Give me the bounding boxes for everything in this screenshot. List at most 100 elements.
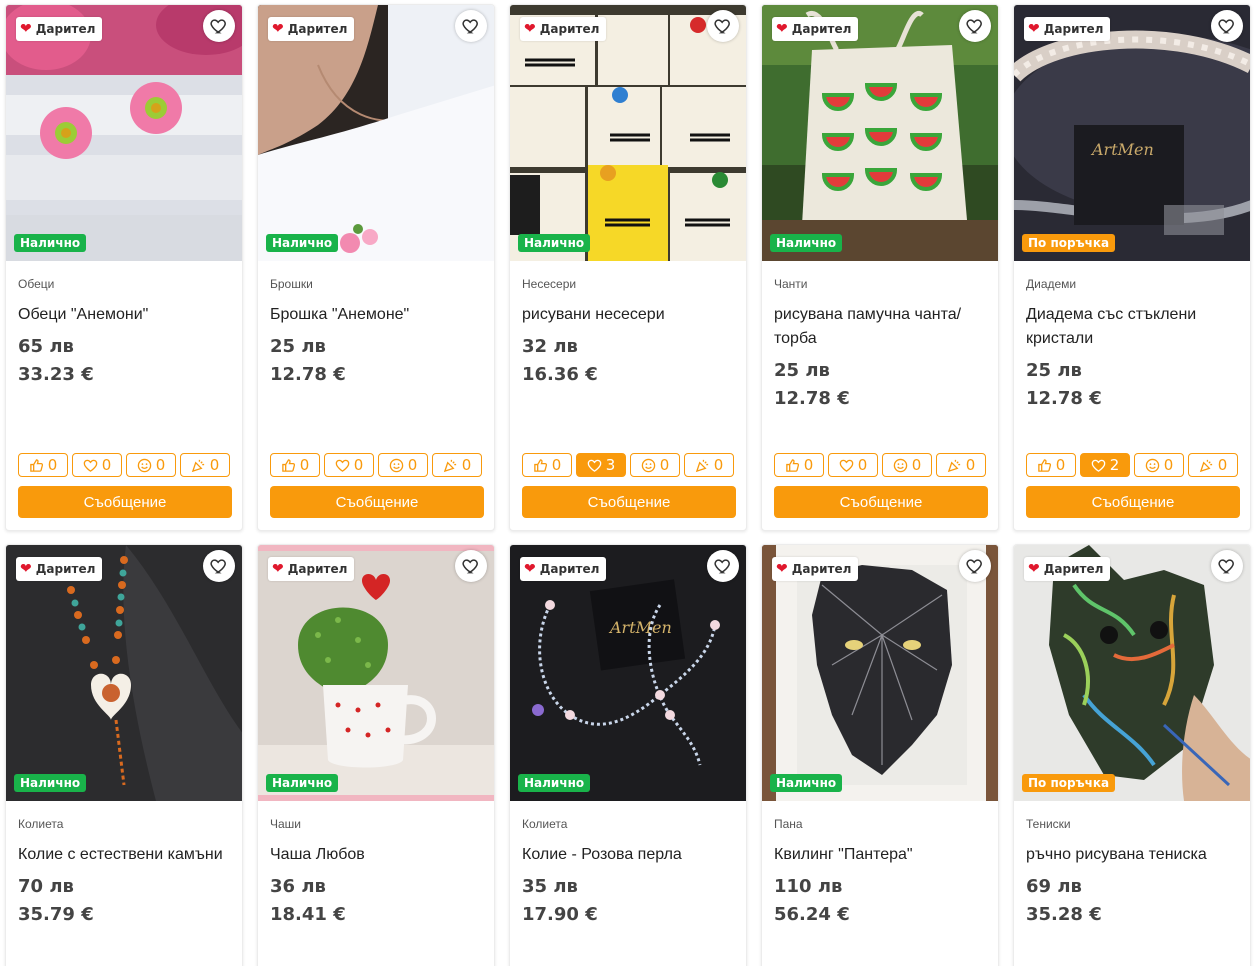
favorite-button[interactable] <box>1211 10 1243 42</box>
heart-outline-icon <box>1218 559 1234 574</box>
product-info: Обеци Обеци "Анемони" 65 лв 33.23 € 0 0 … <box>6 261 242 518</box>
price-bgn: 32 лв <box>522 336 578 357</box>
product-card[interactable]: ❤ Дарител Налично Брошки Брошка "Анемоне"… <box>257 4 495 531</box>
like-reaction-button[interactable]: 0 <box>774 453 824 477</box>
love-reaction-button[interactable]: 2 <box>1080 453 1130 477</box>
product-info: Пана Квилинг "Пантера" 110 лв 56.24 € <box>762 801 998 966</box>
message-button[interactable]: Съобщение <box>270 486 484 518</box>
product-title[interactable]: Диадема със стъклени кристали <box>1026 303 1238 351</box>
love-reaction-button[interactable]: 0 <box>324 453 374 477</box>
party-popper-icon <box>443 459 456 472</box>
message-button[interactable]: Съобщение <box>522 486 736 518</box>
love-reaction-button[interactable]: 0 <box>72 453 122 477</box>
product-category[interactable]: Колиета <box>18 817 230 835</box>
product-card[interactable]: ❤ Дарител Налично Обеци Обеци "Анемони" 6… <box>5 4 243 531</box>
product-category[interactable]: Тениски <box>1026 817 1238 835</box>
product-category[interactable]: Брошки <box>270 277 482 295</box>
product-image[interactable]: ArtMen ❤ Дарител По поръчка <box>1014 5 1250 261</box>
celebrate-reaction-button[interactable]: 0 <box>432 453 482 477</box>
product-category[interactable]: Диадеми <box>1026 277 1238 295</box>
favorite-button[interactable] <box>959 10 991 42</box>
like-reaction-button[interactable]: 0 <box>18 453 68 477</box>
product-image[interactable]: ❤ Дарител Налично <box>6 545 242 801</box>
product-card[interactable]: ❤ Дарител Налично Несесери рисувани несес… <box>509 4 747 531</box>
product-image[interactable]: ❤ Дарител Налично <box>762 545 998 801</box>
product-card[interactable]: ❤ Дарител Налично Пана Квилинг "Пантера" … <box>761 544 999 966</box>
product-category[interactable]: Пана <box>774 817 986 835</box>
message-button[interactable]: Съобщение <box>774 486 988 518</box>
donor-badge: ❤ Дарител <box>268 17 355 41</box>
availability-badge: По поръчка <box>1022 774 1116 792</box>
availability-badge: Налично <box>518 774 591 792</box>
product-image[interactable]: ❤ Дарител Налично <box>6 5 242 261</box>
smile-reaction-button[interactable]: 0 <box>630 453 680 477</box>
product-image[interactable]: ❤ Дарител По поръчка <box>1014 545 1250 801</box>
like-reaction-button[interactable]: 0 <box>522 453 572 477</box>
favorite-button[interactable] <box>455 10 487 42</box>
message-button[interactable]: Съобщение <box>18 486 232 518</box>
price-bgn: 25 лв <box>270 336 326 357</box>
product-title[interactable]: Колие с естествени камъни <box>18 843 230 867</box>
celebrate-reaction-button[interactable]: 0 <box>684 453 734 477</box>
heart-outline-icon <box>966 19 982 34</box>
heart-icon: ❤ <box>272 561 284 577</box>
product-category[interactable]: Обеци <box>18 277 230 295</box>
celebrate-reaction-button[interactable]: 0 <box>1188 453 1238 477</box>
cup-photo <box>258 545 494 801</box>
like-reaction-button[interactable]: 0 <box>1026 453 1076 477</box>
product-info: Несесери рисувани несесери 32 лв 16.36 €… <box>510 261 746 518</box>
product-card[interactable]: ArtMen ❤ Дарител По поръчка Диадеми Диаде… <box>1013 4 1251 531</box>
heart-outline-icon <box>462 19 478 34</box>
smile-reaction-button[interactable]: 0 <box>882 453 932 477</box>
product-image[interactable]: ❤ Дарител Налично <box>258 5 494 261</box>
smile-reaction-button[interactable]: 0 <box>126 453 176 477</box>
love-reaction-button[interactable]: 0 <box>828 453 878 477</box>
panther-photo <box>762 545 998 801</box>
pouches-photo <box>510 5 746 261</box>
donor-badge: ❤ Дарител <box>1024 557 1111 581</box>
product-image[interactable]: ❤ Дарител Налично <box>762 5 998 261</box>
like-reaction-button[interactable]: 0 <box>270 453 320 477</box>
product-title[interactable]: Чаша Любов <box>270 843 482 867</box>
product-title[interactable]: Обеци "Анемони" <box>18 303 230 327</box>
product-title[interactable]: рисувани несесери <box>522 303 734 327</box>
price-bgn: 35 лв <box>522 876 578 897</box>
favorite-button[interactable] <box>707 10 739 42</box>
product-image[interactable]: ❤ Дарител Налично <box>258 545 494 801</box>
necklace-photo <box>6 545 242 801</box>
celebrate-reaction-button[interactable]: 0 <box>180 453 230 477</box>
product-category[interactable]: Несесери <box>522 277 734 295</box>
product-card[interactable]: ArtMen ❤ Дарител Налично Колиета Колие - … <box>509 544 747 966</box>
message-button[interactable]: Съобщение <box>1026 486 1240 518</box>
heart-icon: ❤ <box>20 561 32 577</box>
product-title[interactable]: Брошка "Анемоне" <box>270 303 482 327</box>
favorite-button[interactable] <box>707 550 739 582</box>
product-card[interactable]: ❤ Дарител Налично Чанти рисувана памучна … <box>761 4 999 531</box>
product-image[interactable]: ❤ Дарител Налично <box>510 5 746 261</box>
product-category[interactable]: Чанти <box>774 277 986 295</box>
favorite-button[interactable] <box>203 10 235 42</box>
celebrate-reaction-button[interactable]: 0 <box>936 453 986 477</box>
product-category[interactable]: Чаши <box>270 817 482 835</box>
favorite-button[interactable] <box>959 550 991 582</box>
reactions-bar: 0 3 0 0 <box>522 453 734 477</box>
product-title[interactable]: Квилинг "Пантера" <box>774 843 986 867</box>
product-image[interactable]: ArtMen ❤ Дарител Налично <box>510 545 746 801</box>
product-card[interactable]: ❤ Дарител Налично Чаши Чаша Любов 36 лв 1… <box>257 544 495 966</box>
product-card[interactable]: ❤ Дарител По поръчка Тениски ръчно рисува… <box>1013 544 1251 966</box>
donor-badge: ❤ Дарител <box>16 557 103 581</box>
favorite-button[interactable] <box>455 550 487 582</box>
product-title[interactable]: Колие - Розова перла <box>522 843 734 867</box>
donor-badge: ❤ Дарител <box>772 557 859 581</box>
price-bgn: 25 лв <box>1026 360 1082 381</box>
favorite-button[interactable] <box>203 550 235 582</box>
product-title[interactable]: рисувана памучна чанта/ торба <box>774 303 986 351</box>
availability-badge: Налично <box>518 234 591 252</box>
product-card[interactable]: ❤ Дарител Налично Колиета Колие с естеств… <box>5 544 243 966</box>
favorite-button[interactable] <box>1211 550 1243 582</box>
product-title[interactable]: ръчно рисувана тениска <box>1026 843 1238 867</box>
smile-reaction-button[interactable]: 0 <box>378 453 428 477</box>
love-reaction-button[interactable]: 3 <box>576 453 626 477</box>
smile-reaction-button[interactable]: 0 <box>1134 453 1184 477</box>
product-category[interactable]: Колиета <box>522 817 734 835</box>
